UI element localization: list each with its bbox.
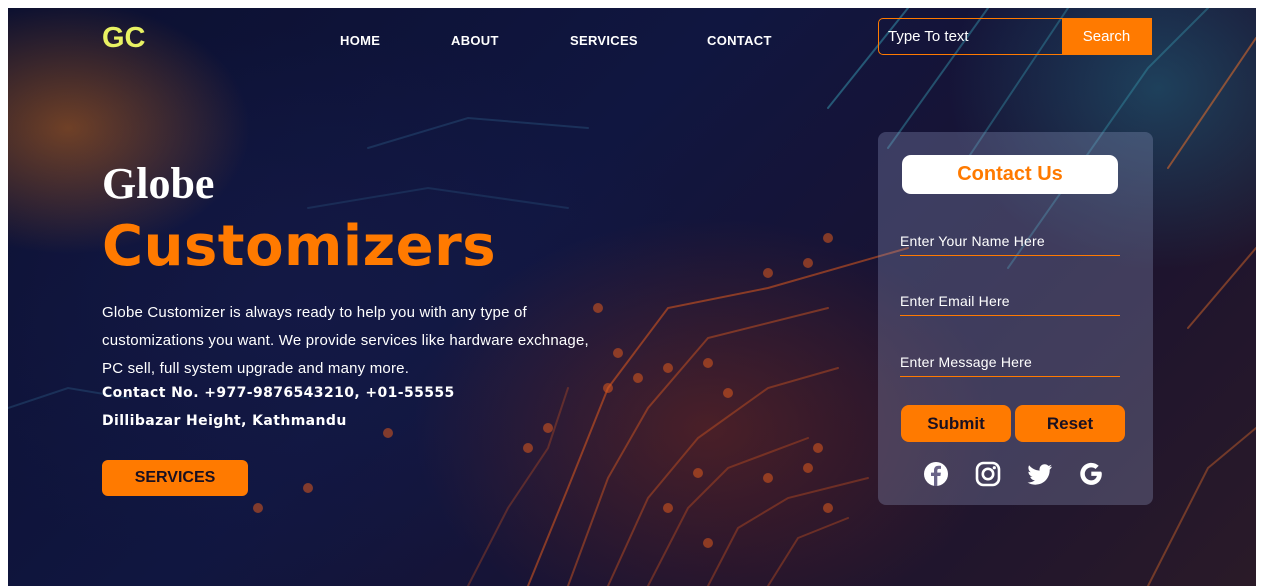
services-button[interactable]: SERVICES (102, 460, 248, 496)
search-button[interactable]: Search (1062, 18, 1151, 55)
nav-home[interactable]: HOME (340, 33, 380, 48)
google-icon[interactable] (1077, 460, 1105, 488)
hero-address: Dillibazar Height, Kathmandu (102, 413, 347, 429)
contact-form-title: Contact Us (902, 155, 1118, 194)
hero-title-customizers: Customizers (102, 214, 497, 279)
nav-contact[interactable]: CONTACT (707, 33, 772, 48)
site-logo[interactable]: GC (102, 22, 146, 55)
submit-button[interactable]: Submit (901, 405, 1011, 442)
contact-form-card: Contact Us Submit Reset (878, 132, 1153, 505)
email-field[interactable] (900, 286, 1120, 316)
hero-description: Globe Customizer is always ready to help… (102, 304, 589, 377)
reset-button[interactable]: Reset (1015, 405, 1125, 442)
hero-contact-number: Contact No. +977-9876543210, +01-55555 (102, 385, 455, 401)
nav-services[interactable]: SERVICES (570, 33, 638, 48)
search-input[interactable] (879, 19, 1062, 54)
facebook-icon[interactable] (922, 460, 950, 488)
instagram-icon[interactable] (974, 460, 1002, 488)
hero-section: GC HOME ABOUT SERVICES CONTACT Search Gl… (8, 8, 1256, 586)
search-bar: Search (878, 18, 1152, 55)
twitter-icon[interactable] (1026, 460, 1054, 488)
message-field[interactable] (900, 347, 1120, 377)
nav-about[interactable]: ABOUT (451, 33, 499, 48)
name-field[interactable] (900, 226, 1120, 256)
hero-title-globe: Globe (102, 159, 215, 208)
